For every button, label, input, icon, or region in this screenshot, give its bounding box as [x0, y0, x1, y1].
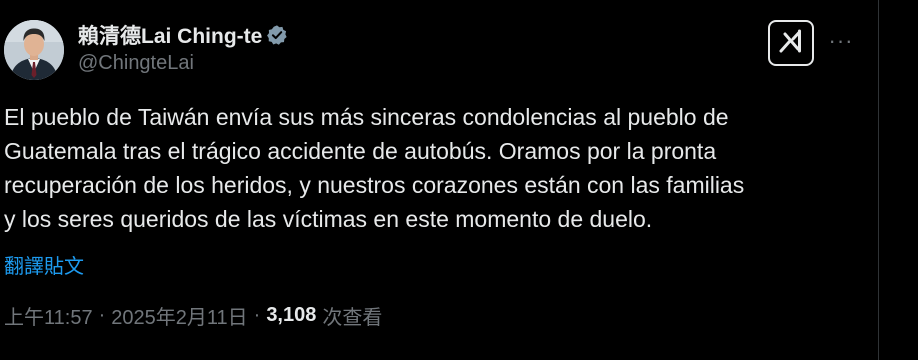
verified-badge-icon[interactable] — [266, 24, 288, 46]
translate-post-link[interactable]: 翻譯貼文 — [4, 250, 84, 279]
tweet-text-line: Guatemala tras el trágico accidente de a… — [4, 138, 717, 164]
avatar[interactable] — [4, 20, 64, 80]
meta-separator: · — [253, 303, 261, 326]
post-date[interactable]: 2025年2月11日 — [111, 301, 247, 330]
tweet-text-line: El pueblo de Taiwán envía sus más sincer… — [4, 104, 729, 130]
more-icon: ··· — [828, 28, 854, 53]
views-count[interactable]: 3,108 — [266, 304, 316, 327]
views-label: 次查看 — [322, 306, 383, 329]
grok-button[interactable] — [768, 20, 814, 66]
handle[interactable]: @ChingteLai — [78, 52, 194, 75]
tweet-text-line: y los seres queridos de las víctimas en … — [4, 206, 653, 232]
name-line: 賴清德Lai Ching-te — [78, 22, 288, 48]
more-button[interactable]: ··· — [826, 26, 856, 56]
tweet-header: 賴清德Lai Ching-te @ChingteLai ··· — [0, 0, 878, 92]
display-name[interactable]: 賴清德Lai Ching-te — [78, 20, 262, 50]
post-time[interactable]: 上午11:57 — [4, 301, 93, 330]
tweet-text: El pueblo de Taiwán envía sus más sincer… — [4, 100, 870, 236]
tweet-text-line: recuperación de los heridos, y nuestros … — [4, 172, 745, 198]
tweet-meta: 上午11:57 · 2025年2月11日 · 3,108 次查看 — [4, 301, 383, 330]
meta-separator: · — [98, 303, 106, 326]
grok-icon — [776, 26, 806, 61]
column-border — [878, 0, 879, 360]
